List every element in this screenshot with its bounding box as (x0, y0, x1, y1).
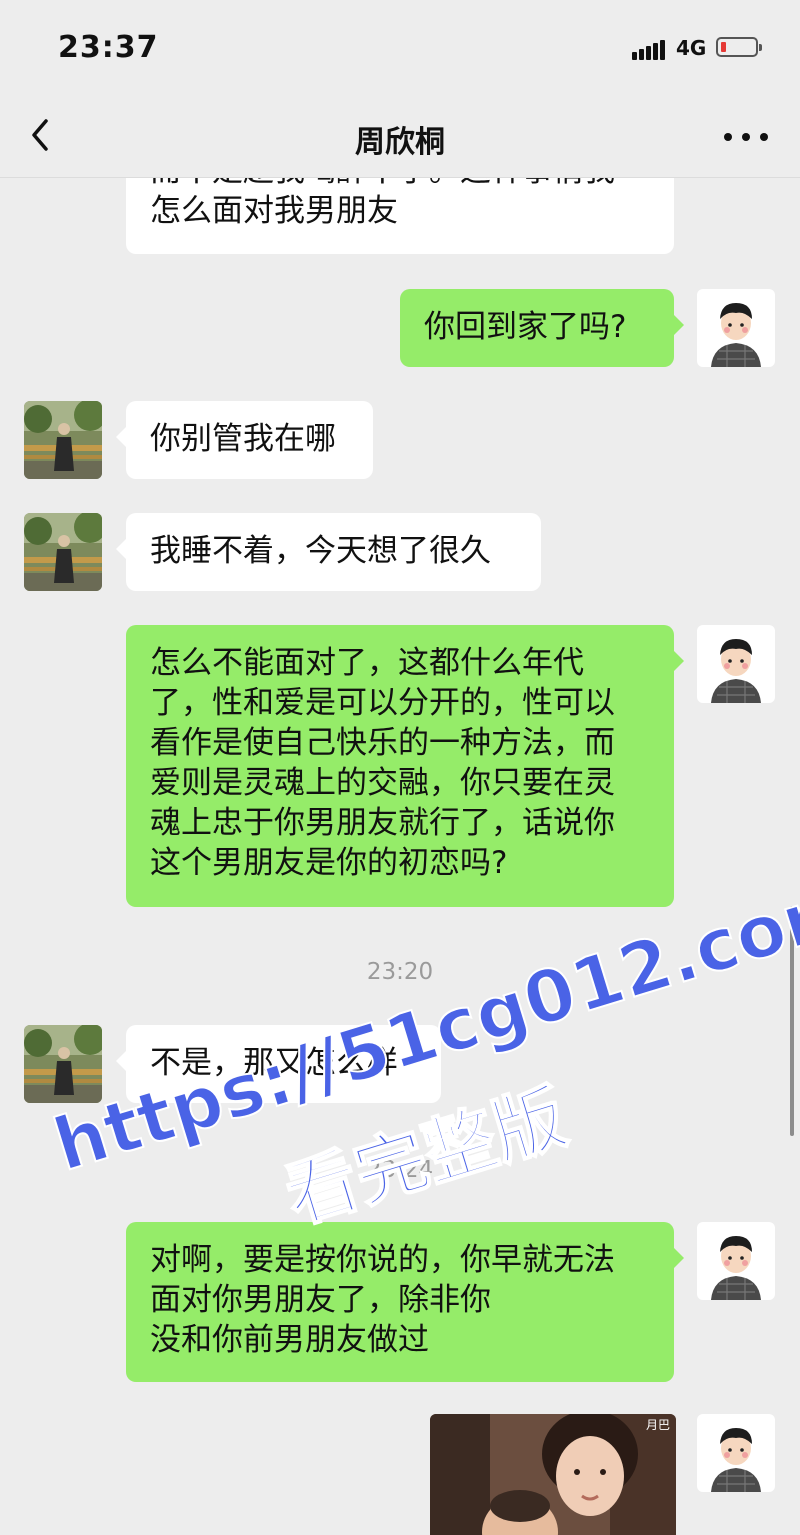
message-bubble-outgoing[interactable]: 怎么不能面对了，这都什么年代 了，性和爱是可以分开的，性可以 看作是使自己快乐的… (126, 625, 684, 907)
nav-bar: 周欣桐 (0, 95, 800, 178)
status-time: 23:37 (58, 30, 159, 65)
chat-title: 周欣桐 (355, 125, 445, 160)
battery-icon (716, 37, 762, 57)
more-dots-icon (724, 133, 732, 141)
my-avatar[interactable] (697, 1414, 775, 1492)
message-bubble-incoming[interactable]: 不是，那又怎么样 (116, 1025, 441, 1103)
contact-avatar[interactable] (24, 401, 102, 479)
message-text: 我睡不着，今天想了很久 (150, 533, 491, 569)
chat-area[interactable]: 而不是趁我喝醉干了。这种事情我 怎么面对我男朋友 你回到家了吗? 你别管我在哪 … (0, 177, 800, 1535)
image-message[interactable]: 月巴 (430, 1414, 676, 1535)
network-type: 4G (676, 36, 707, 60)
my-avatar[interactable] (697, 289, 775, 367)
message-bubble-incoming[interactable]: 我睡不着，今天想了很久 (116, 513, 541, 591)
message-bubble-outgoing[interactable]: 你回到家了吗? (400, 289, 684, 367)
message-bubble-incoming[interactable]: 而不是趁我喝醉干了。这种事情我 怎么面对我男朋友 (126, 177, 674, 254)
timestamp: 23:24 (366, 1157, 434, 1183)
my-avatar[interactable] (697, 1222, 775, 1300)
signal-icon (632, 40, 666, 60)
message-text: 对啊，要是按你说的，你早就无法 面对你男朋友了，除非你 没和你前男朋友做过 (150, 1242, 615, 1358)
my-avatar[interactable] (697, 625, 775, 703)
message-text: 你回到家了吗? (424, 309, 627, 345)
message-bubble-outgoing[interactable]: 对啊，要是按你说的，你早就无法 面对你男朋友了，除非你 没和你前男朋友做过 (126, 1222, 684, 1382)
contact-avatar[interactable] (24, 513, 102, 591)
timestamp: 23:20 (366, 959, 434, 985)
more-dot (760, 133, 768, 141)
contact-avatar[interactable] (24, 1025, 102, 1103)
message-text: 不是，那又怎么样 (150, 1045, 398, 1081)
message-text: 你别管我在哪 (150, 421, 336, 457)
message-text: 而不是趁我喝醉干了。这种事情我 怎么面对我男朋友 (150, 177, 615, 229)
message-text: 怎么不能面对了，这都什么年代 了，性和爱是可以分开的，性可以 看作是使自己快乐的… (150, 645, 615, 881)
image-tag: 月巴 (645, 1418, 670, 1432)
photo-thumbnail (430, 1414, 676, 1535)
message-bubble-incoming[interactable]: 你别管我在哪 (116, 401, 373, 479)
more-button[interactable] (724, 117, 768, 157)
status-bar: 23:37 4G (0, 0, 800, 95)
more-dot (742, 133, 750, 141)
scrollbar[interactable] (790, 906, 794, 1136)
